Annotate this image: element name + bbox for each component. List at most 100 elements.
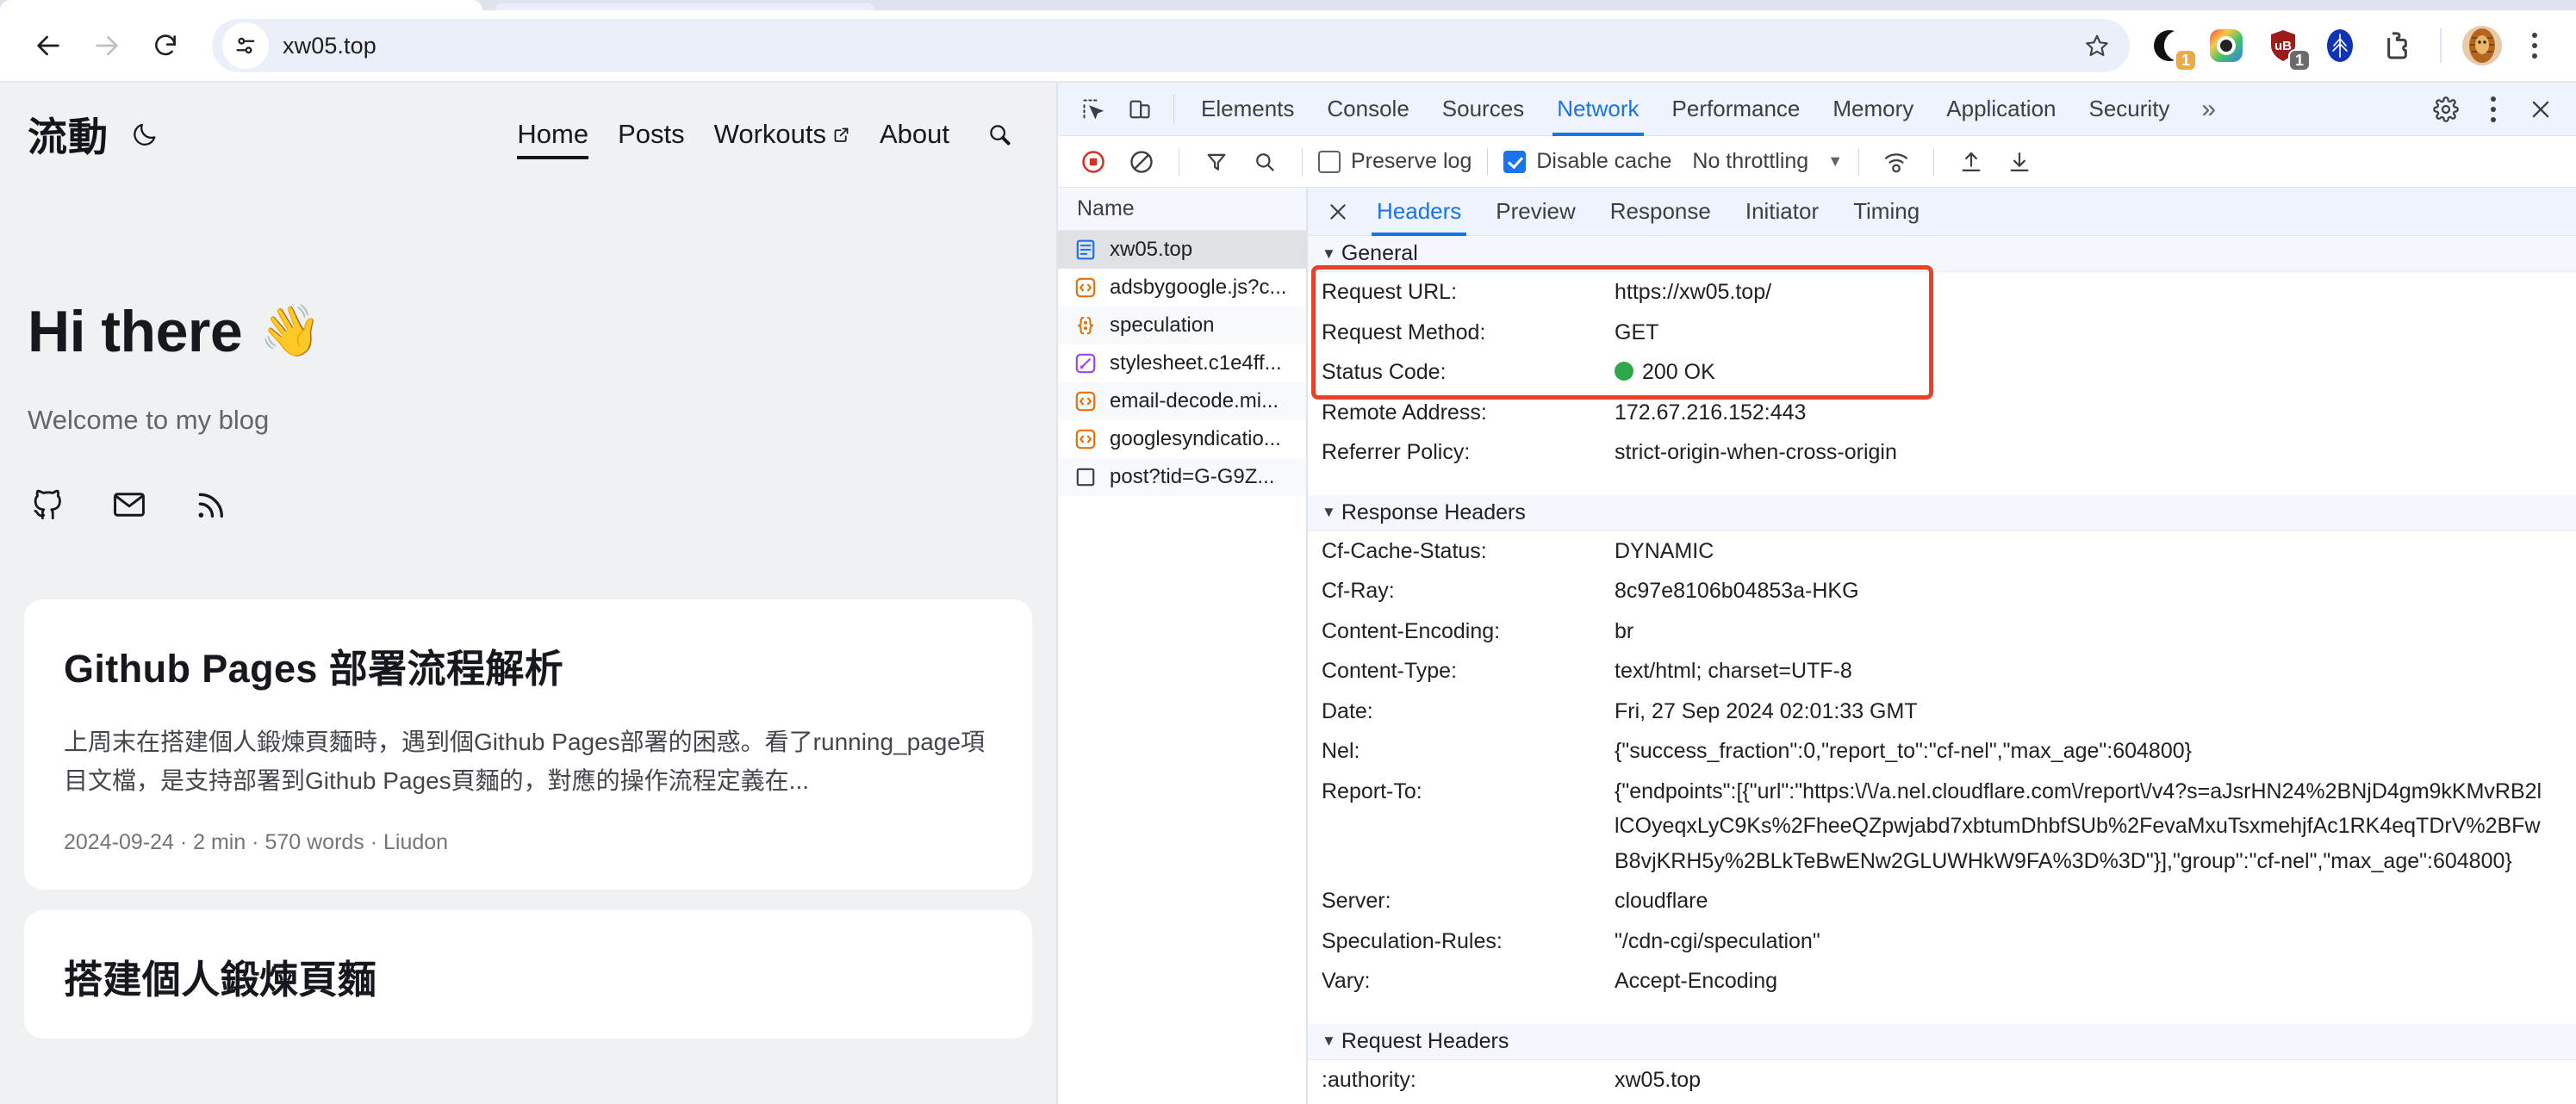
close-detail-icon[interactable] [1316,190,1360,233]
request-row-adsbygoogle[interactable]: adsbygoogle.js?c... [1058,269,1306,307]
page-title: Hi there 👋 [28,298,1029,365]
post-card[interactable]: Github Pages 部署流程解析 上周末在搭建個人鍛煉頁麵時，遇到個Git… [24,599,1032,890]
hero-subtitle: Welcome to my blog [28,405,270,435]
request-row-post-tid[interactable]: post?tid=G-G9Z... [1058,458,1306,496]
site-brand[interactable]: 流動 [28,106,162,163]
tab-label: Console [1327,96,1409,121]
tab-elements[interactable]: Elements [1185,83,1310,136]
request-name: email-decode.mi... [1110,389,1279,412]
preserve-log-label: Preserve log [1351,149,1472,173]
tab-sources[interactable]: Sources [1426,83,1540,136]
tab-console[interactable]: Console [1310,83,1425,136]
section-header-response-headers[interactable]: ▼ Response Headers [1308,494,2576,531]
extensions-puzzle-icon[interactable] [2374,23,2419,68]
request-detail-panel: Headers Preview Response Initiator Timin… [1308,188,2576,1104]
extension-icon-2[interactable] [2204,23,2249,68]
address-bar[interactable]: xw05.top [212,19,2130,72]
post-card[interactable]: 搭建個人鍛煉頁麵 [24,909,1032,1039]
devtools-tab-bar: Elements Console Sources Network Perform… [1058,83,2576,136]
header-value: {"success_fraction":0,"report_to":"cf-ne… [1615,739,2192,763]
extensions-tray: 1 uB 1 [2147,22,2555,71]
request-name: stylesheet.c1e4ff... [1110,351,1282,375]
clear-button[interactable] [1120,141,1163,183]
nav-item-workouts[interactable]: Workouts [714,119,850,150]
record-button[interactable] [1072,141,1115,183]
throttling-select[interactable]: No throttling [1692,149,1808,174]
inspect-element-icon[interactable] [1070,87,1117,132]
extension-icon-3[interactable]: uB 1 [2261,23,2311,71]
detail-tab-preview[interactable]: Preview [1478,188,1592,236]
header-value: "/cdn-cgi/speculation" [1615,928,1820,953]
detail-tab-headers[interactable]: Headers [1360,188,1478,236]
close-icon[interactable] [2517,87,2564,132]
request-row-googlesyndication[interactable]: googlesyndicatio... [1058,420,1306,458]
browser-tab-inactive[interactable] [495,3,874,10]
more-tabs-icon[interactable]: » [2186,83,2231,136]
request-row-email-decode[interactable]: email-decode.mi... [1058,382,1306,420]
profile-avatar[interactable] [2462,26,2502,65]
detail-tab-initiator[interactable]: Initiator [1728,188,1836,236]
tab-network[interactable]: Network [1540,83,1655,136]
tab-label: Performance [1671,96,1801,121]
header-row-nel: Nel: {"success_fraction":0,"report_to":"… [1308,731,2576,772]
post-title[interactable]: Github Pages 部署流程解析 [64,637,992,693]
tab-label: Memory [1832,96,1914,121]
request-row-xw05-top[interactable]: xw05.top [1058,231,1306,269]
header-value: 172.67.216.152:443 [1615,400,1807,425]
tab-application[interactable]: Application [1930,83,2072,136]
detail-tab-timing[interactable]: Timing [1836,188,1937,236]
devtools-menu-icon[interactable] [2473,85,2514,133]
nav-item-posts[interactable]: Posts [618,119,685,150]
social-links [28,484,1029,525]
section-header-request-headers[interactable]: ▼ Request Headers [1308,1023,2576,1060]
tab-performance[interactable]: Performance [1656,83,1817,136]
header-value: GET [1615,319,1659,344]
rss-icon[interactable] [190,484,231,525]
extension-icon-4[interactable] [2318,23,2362,68]
github-icon[interactable] [28,484,69,525]
back-button[interactable] [21,18,76,73]
post-title[interactable]: 搭建個人鍛煉頁麵 [64,948,992,1004]
moon-icon[interactable] [128,117,162,152]
section-header-general[interactable]: ▼ General [1308,236,2576,272]
request-name: xw05.top [1110,238,1193,261]
checkbox-box[interactable] [1503,150,1527,173]
section-title: Response Headers [1341,499,1526,524]
email-icon[interactable] [109,484,150,525]
browser-tab-active[interactable] [0,0,482,10]
header-key: Cf-Ray: [1322,579,1395,603]
gear-icon[interactable] [2423,87,2469,132]
nav-item-about[interactable]: About [880,119,949,150]
search-icon[interactable] [982,117,1017,152]
extension-icon-1[interactable]: 1 [2147,23,2197,71]
checkbox-box[interactable] [1318,150,1341,173]
disable-cache-checkbox[interactable]: Disable cache [1503,149,1671,174]
nav-item-home[interactable]: Home [517,119,588,159]
header-row-cf-ray: Cf-Ray: 8c97e8106b04853a-HKG [1308,571,2576,611]
address-bar-url[interactable]: xw05.top [283,33,376,59]
search-icon[interactable] [1243,141,1286,183]
forward-button[interactable] [79,18,134,73]
browser-tab-strip [0,0,2576,10]
export-har-icon[interactable] [1998,141,2041,183]
browser-toolbar: xw05.top 1 uB 1 [0,10,2576,81]
network-conditions-icon[interactable] [1875,141,1918,183]
tab-memory[interactable]: Memory [1816,83,1930,136]
request-row-speculation[interactable]: speculation [1058,307,1306,344]
chrome-menu-icon[interactable] [2514,22,2555,70]
import-har-icon[interactable] [1950,141,1993,183]
filter-icon[interactable] [1195,141,1238,183]
bookmark-star-icon[interactable] [2073,22,2121,70]
site-info-icon[interactable] [222,22,269,69]
request-row-stylesheet[interactable]: stylesheet.c1e4ff... [1058,344,1306,382]
device-toolbar-icon[interactable] [1117,87,1163,132]
preserve-log-checkbox[interactable]: Preserve log [1318,149,1472,174]
detail-tab-response[interactable]: Response [1593,188,1728,236]
toolbar-divider [1302,147,1303,176]
header-key: Report-To: [1322,778,1422,803]
header-key: Referrer Policy: [1322,440,1471,464]
tab-security[interactable]: Security [2073,83,2187,136]
chevron-down-icon[interactable]: ▼ [1827,152,1843,171]
header-row-vary: Vary: Accept-Encoding [1308,961,2576,1002]
reload-button[interactable] [138,18,193,73]
